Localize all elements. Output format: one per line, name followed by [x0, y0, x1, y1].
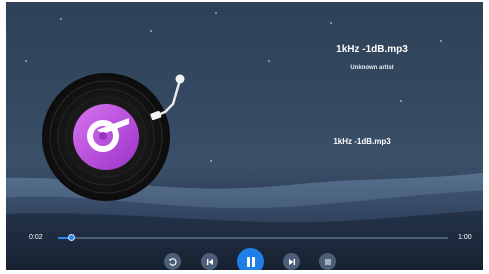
seek-handle[interactable]	[68, 234, 75, 241]
vinyl-record-art	[42, 73, 185, 201]
previous-icon	[206, 258, 213, 265]
next-button[interactable]	[283, 253, 300, 270]
playlist-button[interactable]	[319, 253, 336, 270]
current-time: 0:02	[29, 234, 43, 241]
total-time: 1:00	[458, 234, 472, 241]
lyric-line: 1kHz -1dB.mp3	[333, 137, 391, 146]
track-title: 1kHz -1dB.mp3	[336, 44, 408, 55]
playlist-icon	[324, 259, 331, 264]
next-icon	[288, 258, 295, 265]
music-player-screen: 1kHz -1dB.mp3 Unknown artist 1kHz -1dB.m…	[0, 0, 489, 274]
previous-button[interactable]	[201, 253, 218, 270]
repeat-button[interactable]	[164, 253, 181, 270]
repeat-icon	[168, 257, 177, 266]
play-pause-button[interactable]	[237, 248, 264, 274]
seek-bar[interactable]	[58, 237, 448, 239]
pause-icon	[246, 256, 255, 267]
track-artist: Unknown artist	[350, 65, 394, 71]
